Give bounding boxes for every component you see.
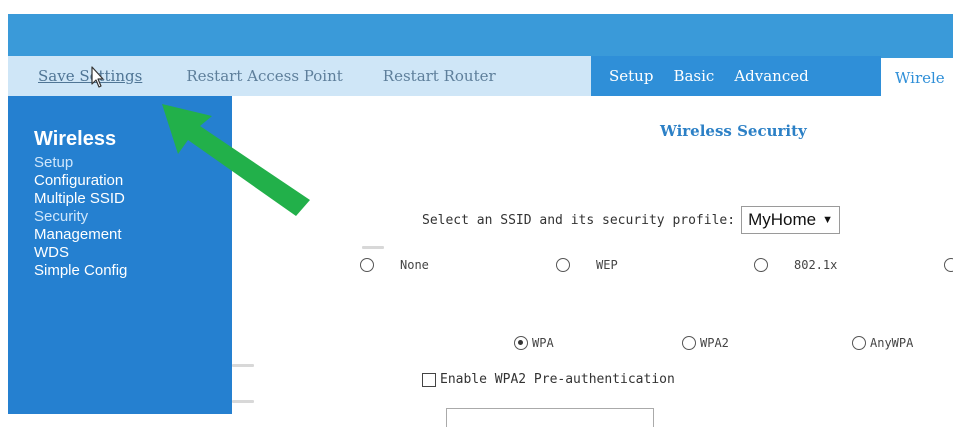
tab-basic[interactable]: Basic bbox=[673, 67, 714, 85]
sidebar-item-security[interactable]: Security bbox=[34, 208, 127, 226]
left-edge bbox=[0, 14, 8, 414]
sidebar-item-multiple-ssid[interactable]: Multiple SSID bbox=[34, 190, 127, 208]
divider-mark bbox=[232, 400, 254, 403]
security-mode-group: None WEP 802.1x bbox=[360, 258, 953, 282]
sidebar: Wireless Setup Configuration Multiple SS… bbox=[8, 96, 232, 414]
chevron-down-icon: ▼ bbox=[822, 214, 833, 226]
sidebar-heading: Wireless bbox=[34, 128, 117, 150]
nav-tabs: Setup Basic Advanced bbox=[591, 56, 881, 96]
radio-8021x[interactable] bbox=[754, 258, 768, 272]
divider-mark bbox=[362, 246, 384, 249]
preauth-label: Enable WPA2 Pre-authentication bbox=[440, 372, 675, 387]
ssid-select-value: MyHome bbox=[748, 210, 817, 229]
sidebar-item-configuration[interactable]: Configuration bbox=[34, 172, 127, 190]
radio-label-wep: WEP bbox=[596, 258, 618, 272]
radio-option-8021x[interactable]: 802.1x bbox=[754, 258, 837, 272]
radio-wpa[interactable] bbox=[514, 336, 528, 350]
radio-label-8021x: 802.1x bbox=[794, 258, 838, 272]
tab-setup[interactable]: Setup bbox=[609, 67, 653, 85]
main-content: Wireless Security Select an SSID and its… bbox=[232, 96, 953, 427]
sidebar-item-management[interactable]: Management bbox=[34, 226, 127, 244]
radio-partial[interactable] bbox=[944, 258, 953, 272]
radio-wpa2[interactable] bbox=[682, 336, 696, 350]
preauth-row[interactable]: Enable WPA2 Pre-authentication bbox=[422, 372, 675, 387]
radio-option-wpa2[interactable]: WPA2 bbox=[682, 336, 729, 350]
ssid-label: Select an SSID and its security profile: bbox=[422, 212, 736, 228]
divider-mark bbox=[232, 364, 254, 367]
bottom-row-text bbox=[672, 406, 952, 416]
radio-label-wpa2: WPA2 bbox=[700, 336, 729, 350]
passphrase-input[interactable] bbox=[446, 408, 654, 427]
page-title: Wireless Security bbox=[660, 122, 807, 140]
radio-option-wep[interactable]: WEP bbox=[556, 258, 618, 272]
radio-option-wpa[interactable]: WPA bbox=[514, 336, 554, 350]
radio-option-none[interactable]: None bbox=[360, 258, 429, 272]
radio-label-wpa: WPA bbox=[532, 336, 554, 350]
tab-advanced[interactable]: Advanced bbox=[734, 67, 808, 85]
wpa-mode-group: WPA WPA2 AnyWPA bbox=[514, 336, 953, 358]
pointer-cursor-icon bbox=[91, 66, 104, 88]
preauth-checkbox[interactable] bbox=[422, 372, 436, 387]
radio-label-none: None bbox=[400, 258, 429, 272]
radio-label-anywpa: AnyWPA bbox=[870, 336, 914, 350]
top-band bbox=[0, 0, 953, 14]
radio-option-partial[interactable] bbox=[944, 258, 953, 272]
tab-wireless-label: Wirele bbox=[895, 69, 945, 87]
restart-router-link[interactable]: Restart Router bbox=[383, 67, 496, 85]
sidebar-item-simple-config[interactable]: Simple Config bbox=[34, 262, 127, 280]
restart-access-point-link[interactable]: Restart Access Point bbox=[186, 67, 342, 85]
sidebar-menu: Setup Configuration Multiple SSID Securi… bbox=[34, 154, 127, 280]
sidebar-item-wds[interactable]: WDS bbox=[34, 244, 127, 262]
radio-anywpa[interactable] bbox=[852, 336, 866, 350]
header-bar bbox=[8, 14, 953, 56]
tab-wireless-active[interactable]: Wirele bbox=[881, 56, 953, 98]
top-nav: Save Settings Restart Access Point Resta… bbox=[8, 56, 953, 98]
sidebar-item-setup[interactable]: Setup bbox=[34, 154, 127, 172]
radio-none[interactable] bbox=[360, 258, 374, 272]
ssid-row: Select an SSID and its security profile:… bbox=[422, 206, 840, 234]
radio-option-anywpa[interactable]: AnyWPA bbox=[852, 336, 913, 350]
ssid-select[interactable]: MyHome ▼ bbox=[741, 206, 840, 234]
radio-wep[interactable] bbox=[556, 258, 570, 272]
